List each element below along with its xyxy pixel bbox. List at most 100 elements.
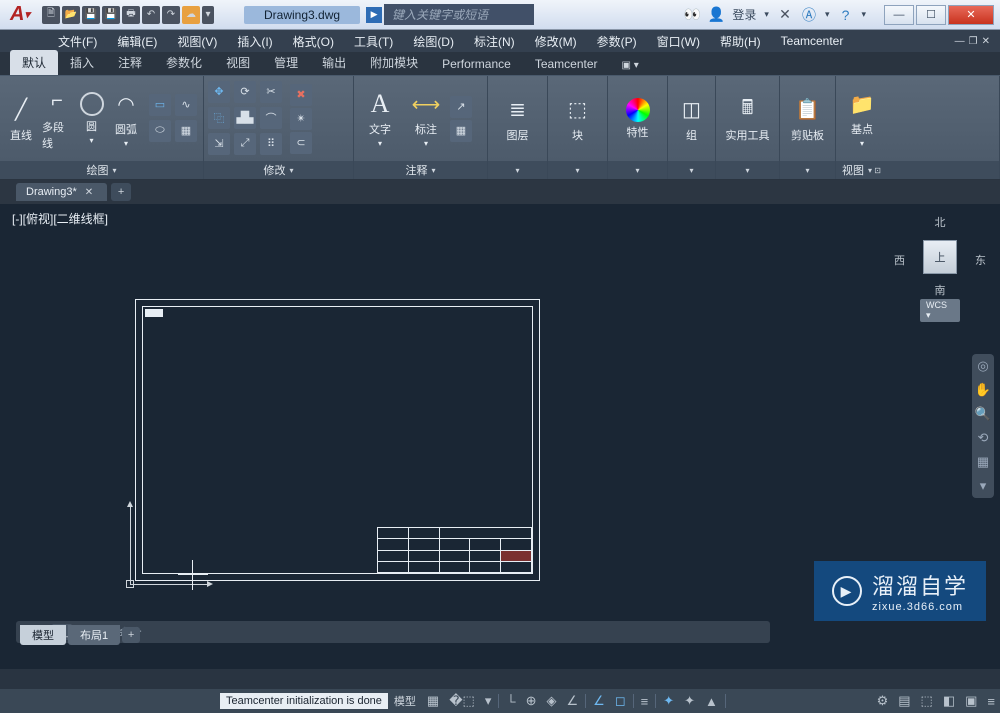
ribbon-tab-output[interactable]: 输出 [310,50,358,75]
status-qp-icon[interactable]: ✦ [679,689,700,713]
array-icon[interactable]: ⠿ [260,133,282,155]
panel-modify-title[interactable]: 修改 [263,162,285,178]
stretch-icon[interactable]: ⇲ [208,133,230,155]
login-link[interactable]: 登录 [732,6,756,23]
trim-icon[interactable]: ✂ [260,81,282,103]
qat-undo-icon[interactable]: ↶ [142,6,160,24]
menu-view[interactable]: 视图(V) [169,31,225,52]
file-tab-drawing3[interactable]: Drawing3*✕ [16,183,107,201]
fillet-icon[interactable]: ⌒ [260,107,282,129]
status-grid-icon[interactable]: ▦ [422,689,444,713]
basepoint-button[interactable]: 📁基点▾ [840,87,884,150]
leader-icon[interactable]: ↗ [450,96,472,118]
hatch-icon[interactable]: ▦ [175,120,197,142]
menu-draw[interactable]: 绘图(D) [405,31,462,52]
status-workspace-icon[interactable]: ⚙ [872,689,894,713]
doc-restore-icon[interactable]: ❐ [969,36,978,47]
block-button[interactable]: ⬚块 [556,93,600,145]
nav-pan-icon[interactable]: ✋ [975,382,991,398]
qat-saveas-icon[interactable]: 💾 [102,6,120,24]
ribbon-tab-view[interactable]: 视图 [214,50,262,75]
circle-button[interactable]: 圆▾ [76,90,107,147]
doc-close-icon[interactable]: ✕ [982,36,990,47]
ribbon-tab-parametric[interactable]: 参数化 [154,50,214,75]
nav-zoom-icon[interactable]: 🔍 [975,406,991,422]
file-tab-add-button[interactable]: + [111,183,131,201]
rectangle-icon[interactable]: ▭ [149,94,171,116]
offset-icon[interactable]: ⊂ [290,132,312,154]
explode-icon[interactable]: ✴ [290,108,312,130]
status-ortho-icon[interactable]: └ [501,689,520,713]
layout-tab-model[interactable]: 模型 [20,625,66,645]
text-button[interactable]: A文字▾ [358,87,402,150]
ribbon-expand-icon[interactable]: ▣ ▾ [618,56,643,75]
qat-save-icon[interactable]: 💾 [82,6,100,24]
ribbon-tab-annotate[interactable]: 注释 [106,50,154,75]
nav-wheel-icon[interactable]: ◎ [975,358,991,374]
status-units-icon[interactable]: ⬚ [916,689,938,713]
panel-view-title[interactable]: 视图 [842,162,864,178]
menu-teamcenter[interactable]: Teamcenter [773,32,852,50]
nav-orbit-icon[interactable]: ⟲ [975,430,991,446]
status-otrack-icon[interactable]: ∠ [588,689,610,713]
user-icon[interactable]: 👤 [708,7,724,23]
spline-icon[interactable]: ∿ [175,94,197,116]
help-icon[interactable]: ? [837,7,853,23]
layer-button[interactable]: ≣图层 [496,93,540,145]
exchange-icon[interactable]: ✕ [777,7,793,23]
qat-print-icon[interactable]: 🖶 [122,6,140,24]
clipboard-button[interactable]: 📋剪贴板 [784,93,831,145]
mirror-icon[interactable]: ▟▙ [234,107,256,129]
ribbon-tab-teamcenter[interactable]: Teamcenter [523,53,610,75]
layout-tab-layout1[interactable]: 布局1 [68,625,120,645]
ribbon-tab-performance[interactable]: Performance [430,53,523,75]
menu-file[interactable]: 文件(F) [50,31,105,52]
minimize-button[interactable]: — [884,5,914,25]
qat-cloud-icon[interactable]: ☁ [182,6,200,24]
file-tab-close-icon[interactable]: ✕ [85,187,93,198]
layout-add-button[interactable]: + [122,627,140,643]
status-model-label[interactable]: 模型 [388,693,422,709]
status-annomon-icon[interactable]: ▤ [893,689,915,713]
panel-draw-title[interactable]: 绘图 [86,162,108,178]
a360-icon[interactable]: Ⓐ [801,7,817,23]
ribbon-tab-default[interactable]: 默认 [10,50,58,75]
qat-new-icon[interactable]: 🗎 [42,6,60,24]
menu-format[interactable]: 格式(O) [285,31,342,52]
qat-dropdown-icon[interactable]: ▾ [202,6,214,24]
menu-insert[interactable]: 插入(I) [229,31,280,52]
qat-redo-icon[interactable]: ↷ [162,6,180,24]
status-polar-icon[interactable]: ⊕ [521,689,542,713]
app-logo[interactable]: A▾ [4,1,36,29]
move-icon[interactable]: ✥ [208,81,230,103]
drawing-area[interactable]: [-][俯视][二维线框] 北 西 上 东 南 WCS ▾ ◎ ✋ [0,204,1000,669]
polyline-button[interactable]: ⌐多段线 [40,85,74,153]
qat-open-icon[interactable]: 📂 [62,6,80,24]
ribbon-tab-insert[interactable]: 插入 [58,50,106,75]
menu-dimension[interactable]: 标注(N) [466,31,523,52]
line-button[interactable]: ╱直线 [4,93,38,145]
dimension-button[interactable]: ⟷标注▾ [404,87,448,150]
menu-modify[interactable]: 修改(M) [527,31,585,52]
erase-icon[interactable]: ✖ [290,84,312,106]
status-sc-icon[interactable]: ▲ [700,689,723,713]
nav-showmotion-icon[interactable]: ▦ [975,454,991,470]
view-controls[interactable]: [-][俯视][二维线框] [12,210,108,227]
close-button[interactable]: ✕ [948,5,994,25]
status-snap-icon[interactable]: �⬚ [444,689,480,713]
viewcube[interactable]: 北 西 上 东 南 WCS ▾ [900,214,980,314]
arc-button[interactable]: ◠圆弧▾ [109,87,143,150]
rotate-icon[interactable]: ⟳ [234,81,256,103]
ribbon-tab-addins[interactable]: 附加模块 [358,50,430,75]
menu-help[interactable]: 帮助(H) [712,31,769,52]
menu-window[interactable]: 窗口(W) [649,31,708,52]
group-button[interactable]: ◫组 [672,93,711,145]
viewcube-north[interactable]: 北 [935,214,946,230]
viewcube-top[interactable]: 上 [923,240,957,274]
scale-icon[interactable]: ⤢ [234,133,256,155]
status-osnap-icon[interactable]: ∠ [562,689,584,713]
ellipse-icon[interactable]: ⬭ [149,120,171,142]
menu-edit[interactable]: 编辑(E) [109,31,165,52]
search-field[interactable]: 键入关键字或短语 [384,4,534,25]
maximize-button[interactable]: ☐ [916,5,946,25]
